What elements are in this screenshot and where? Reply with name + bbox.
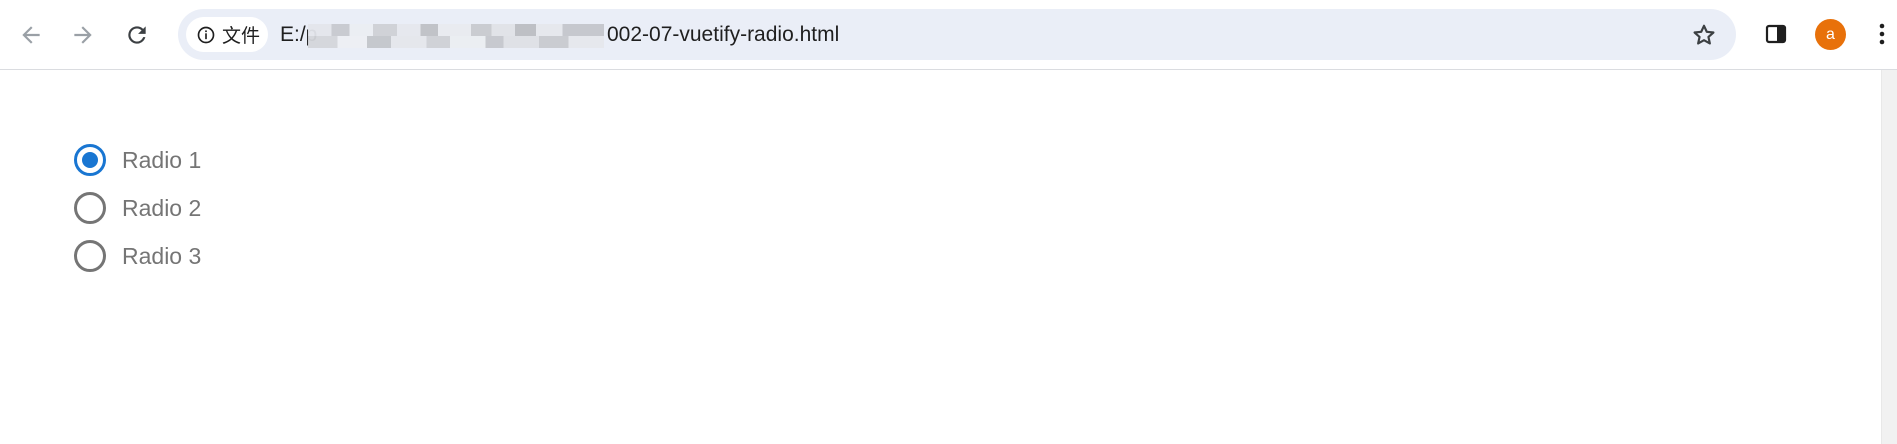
arrow-right-icon	[74, 26, 92, 44]
browser-toolbar: 文件 E:/p 002-07-vuetify-radio.html a	[0, 0, 1897, 70]
redacted-url-segment	[308, 24, 604, 48]
radio-group: Radio 1 Radio 2 Radio 3	[74, 136, 201, 280]
radio-checked-icon[interactable]	[74, 144, 106, 176]
browser-menu-button[interactable]	[1872, 18, 1892, 50]
back-button[interactable]	[14, 13, 48, 57]
radio-unchecked-icon[interactable]	[74, 240, 106, 272]
radio-option-3[interactable]: Radio 3	[74, 232, 201, 280]
site-info-label: 文件	[222, 26, 261, 47]
radio-label-1[interactable]: Radio 1	[122, 147, 201, 174]
radio-unchecked-icon[interactable]	[74, 192, 106, 224]
address-bar[interactable]: 文件 E:/p 002-07-vuetify-radio.html	[178, 9, 1736, 60]
reload-button[interactable]	[120, 13, 154, 57]
side-panel-button[interactable]	[1760, 18, 1792, 50]
star-icon	[1693, 24, 1715, 45]
radio-label-3[interactable]: Radio 3	[122, 243, 201, 270]
more-vertical-icon	[1879, 23, 1885, 45]
url-suffix: 002-07-vuetify-radio.html	[607, 23, 840, 46]
bookmark-button[interactable]	[1688, 19, 1720, 51]
page-scrollbar[interactable]	[1881, 70, 1897, 444]
radio-option-1[interactable]: Radio 1	[74, 136, 201, 184]
side-panel-icon	[1765, 24, 1787, 44]
info-icon	[197, 26, 215, 43]
radio-option-2[interactable]: Radio 2	[74, 184, 201, 232]
site-info-chip[interactable]: 文件	[186, 17, 268, 52]
reload-icon	[128, 26, 146, 44]
profile-avatar[interactable]: a	[1815, 19, 1846, 50]
radio-label-2[interactable]: Radio 2	[122, 195, 201, 222]
forward-button[interactable]	[66, 13, 100, 57]
arrow-left-icon	[22, 26, 40, 44]
